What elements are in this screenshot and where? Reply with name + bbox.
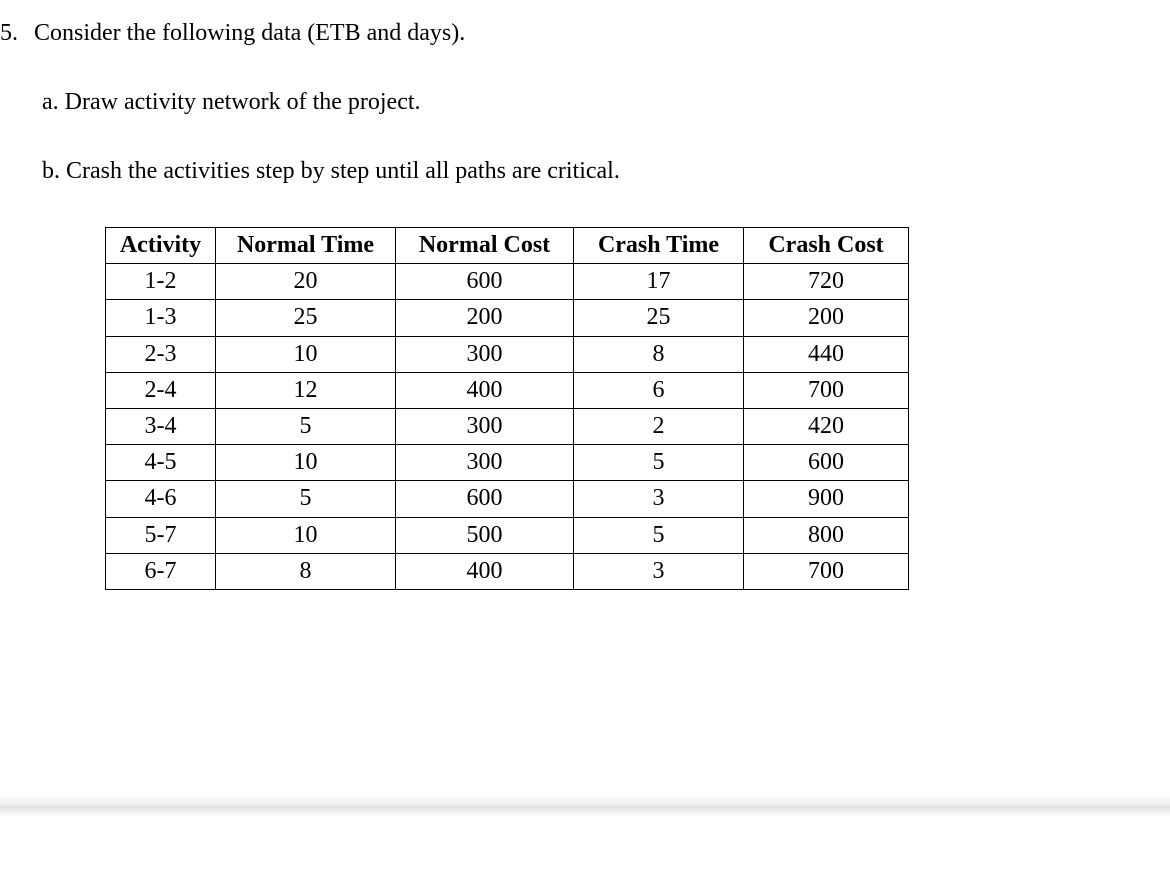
cell-activity: 1-2 [106, 264, 216, 300]
cell-crash_time: 2 [574, 408, 744, 444]
cell-crash_time: 3 [574, 481, 744, 517]
cell-normal_time: 20 [216, 264, 396, 300]
cell-normal_time: 10 [216, 517, 396, 553]
cell-crash_cost: 700 [744, 372, 909, 408]
cell-activity: 6-7 [106, 553, 216, 589]
cell-crash_cost: 900 [744, 481, 909, 517]
page-shadow [0, 794, 1170, 818]
table-row: 4-5103005600 [106, 445, 909, 481]
cell-activity: 4-6 [106, 481, 216, 517]
cell-crash_time: 3 [574, 553, 744, 589]
data-table: Activity Normal Time Normal Cost Crash T… [105, 227, 909, 590]
cell-activity: 3-4 [106, 408, 216, 444]
header-crash-cost: Crash Cost [744, 228, 909, 264]
cell-normal_cost: 400 [396, 553, 574, 589]
cell-normal_cost: 300 [396, 445, 574, 481]
question-line: 5. Consider the following data (ETB and … [0, 20, 1170, 47]
cell-crash_time: 6 [574, 372, 744, 408]
cell-activity: 4-5 [106, 445, 216, 481]
cell-normal_cost: 400 [396, 372, 574, 408]
table-header-row: Activity Normal Time Normal Cost Crash T… [106, 228, 909, 264]
cell-crash_cost: 800 [744, 517, 909, 553]
cell-crash_cost: 600 [744, 445, 909, 481]
table-row: 6-784003700 [106, 553, 909, 589]
table-row: 5-7105005800 [106, 517, 909, 553]
header-activity: Activity [106, 228, 216, 264]
table-row: 3-453002420 [106, 408, 909, 444]
cell-activity: 5-7 [106, 517, 216, 553]
cell-activity: 1-3 [106, 300, 216, 336]
cell-normal_cost: 300 [396, 336, 574, 372]
cell-activity: 2-4 [106, 372, 216, 408]
header-normal-cost: Normal Cost [396, 228, 574, 264]
cell-crash_time: 17 [574, 264, 744, 300]
table-row: 2-3103008440 [106, 336, 909, 372]
question-number: 5. [0, 20, 28, 47]
cell-normal_cost: 300 [396, 408, 574, 444]
cell-crash_cost: 440 [744, 336, 909, 372]
header-crash-time: Crash Time [574, 228, 744, 264]
cell-crash_cost: 720 [744, 264, 909, 300]
cell-normal_cost: 600 [396, 264, 574, 300]
cell-normal_cost: 200 [396, 300, 574, 336]
table-row: 4-656003900 [106, 481, 909, 517]
cell-crash_time: 5 [574, 517, 744, 553]
cell-normal_time: 8 [216, 553, 396, 589]
cell-crash_time: 25 [574, 300, 744, 336]
cell-crash_cost: 420 [744, 408, 909, 444]
cell-crash_cost: 200 [744, 300, 909, 336]
cell-normal_cost: 500 [396, 517, 574, 553]
cell-normal_time: 25 [216, 300, 396, 336]
sub-item-b: b. Crash the activities step by step unt… [42, 158, 1170, 185]
sub-item-a: a. Draw activity network of the project. [42, 89, 1170, 116]
cell-normal_time: 10 [216, 445, 396, 481]
question-text: Consider the following data (ETB and day… [34, 20, 465, 46]
cell-normal_time: 5 [216, 408, 396, 444]
cell-activity: 2-3 [106, 336, 216, 372]
header-normal-time: Normal Time [216, 228, 396, 264]
cell-crash_cost: 700 [744, 553, 909, 589]
cell-normal_cost: 600 [396, 481, 574, 517]
cell-normal_time: 10 [216, 336, 396, 372]
table-row: 1-32520025200 [106, 300, 909, 336]
cell-normal_time: 5 [216, 481, 396, 517]
table-row: 2-4124006700 [106, 372, 909, 408]
cell-crash_time: 5 [574, 445, 744, 481]
cell-crash_time: 8 [574, 336, 744, 372]
table-container: Activity Normal Time Normal Cost Crash T… [105, 227, 1170, 590]
cell-normal_time: 12 [216, 372, 396, 408]
table-row: 1-22060017720 [106, 264, 909, 300]
